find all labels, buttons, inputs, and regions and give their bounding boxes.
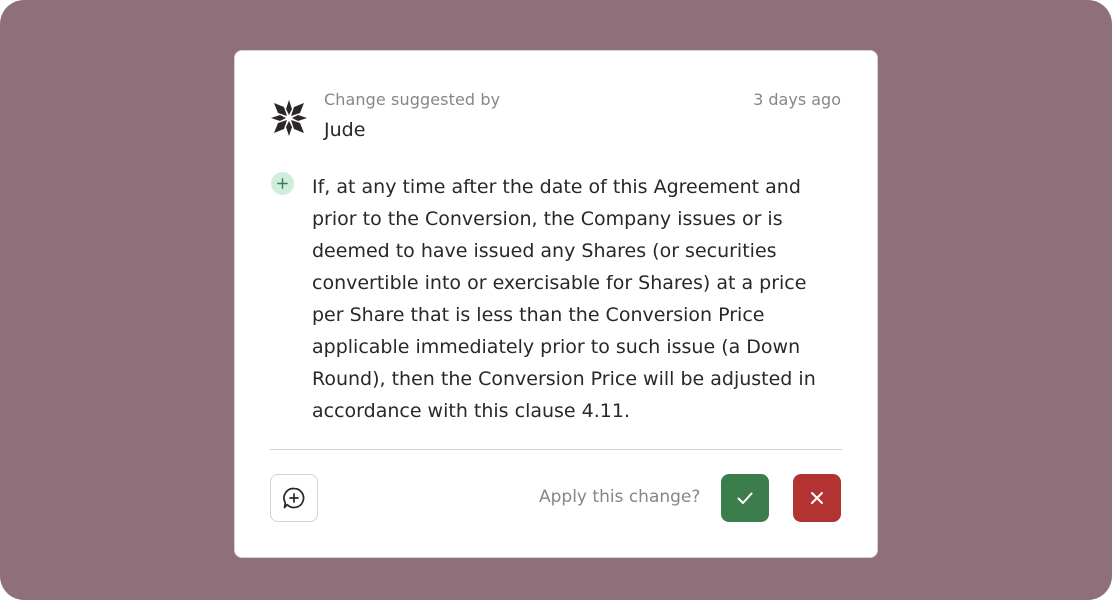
addition-badge bbox=[271, 172, 294, 195]
backdrop: Change suggested by Jude 3 days ago If, … bbox=[0, 0, 1112, 600]
author-logo-icon bbox=[271, 100, 307, 136]
add-comment-icon bbox=[283, 487, 305, 509]
divider bbox=[270, 449, 842, 450]
plus-icon bbox=[277, 178, 288, 189]
check-icon bbox=[737, 492, 753, 504]
close-icon bbox=[811, 492, 823, 504]
apply-change-prompt: Apply this change? bbox=[539, 487, 701, 507]
suggested-by-label: Change suggested by bbox=[324, 90, 501, 109]
add-comment-button[interactable] bbox=[270, 474, 318, 522]
author-name: Jude bbox=[324, 119, 366, 141]
accept-change-button[interactable] bbox=[721, 474, 769, 522]
suggested-change-text: If, at any time after the date of this A… bbox=[312, 176, 816, 422]
reject-change-button[interactable] bbox=[793, 474, 841, 522]
suggestion-card: Change suggested by Jude 3 days ago If, … bbox=[234, 50, 878, 558]
avatar bbox=[269, 98, 309, 138]
timestamp: 3 days ago bbox=[753, 90, 841, 109]
